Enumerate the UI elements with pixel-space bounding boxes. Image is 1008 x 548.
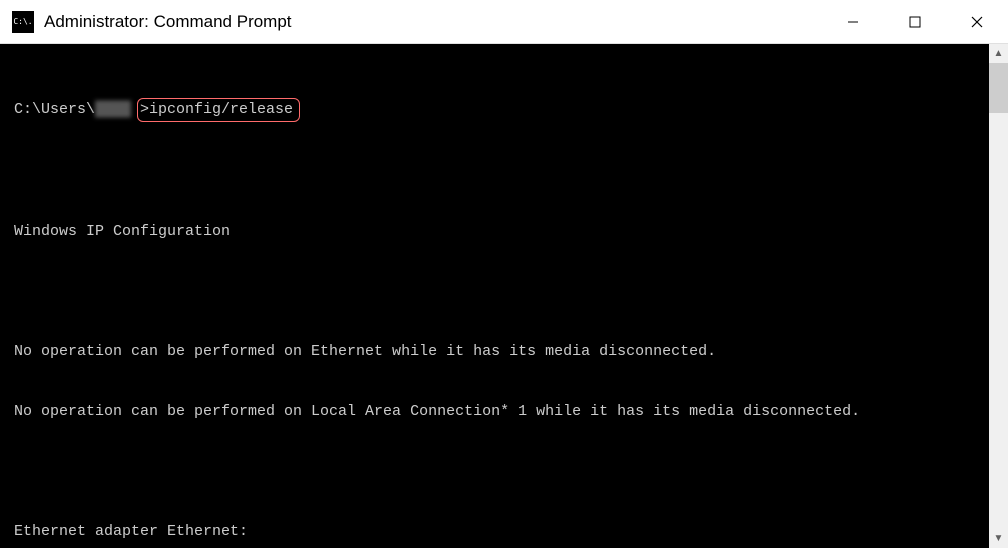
close-button[interactable] [946, 0, 1008, 44]
maximize-button[interactable] [884, 0, 946, 44]
output-error-line: No operation can be performed on Etherne… [14, 342, 983, 362]
prompt-line: C:\Users\████>ipconfig/release [14, 98, 983, 122]
titlebar: C:\. Administrator: Command Prompt [0, 0, 1008, 44]
scroll-up-button[interactable]: ▲ [989, 44, 1008, 63]
scroll-thumb[interactable] [989, 63, 1008, 113]
blank-line [14, 162, 983, 182]
output-header: Windows IP Configuration [14, 222, 983, 242]
cmd-icon: C:\. [12, 11, 34, 33]
minimize-button[interactable] [822, 0, 884, 44]
window-controls [822, 0, 1008, 43]
output-error-line: No operation can be performed on Local A… [14, 402, 983, 422]
blank-line [14, 282, 983, 302]
prompt-caret: > [140, 101, 149, 118]
scroll-down-button[interactable]: ▼ [989, 529, 1008, 548]
prompt-username-redacted: ████ [95, 100, 137, 120]
scrollbar[interactable]: ▲ ▼ [989, 44, 1008, 548]
blank-line [14, 462, 983, 482]
prompt-path-prefix: C:\Users\ [14, 100, 95, 120]
command-highlight: >ipconfig/release [137, 98, 300, 122]
window-title: Administrator: Command Prompt [44, 12, 822, 32]
terminal-container: C:\Users\████>ipconfig/release Windows I… [0, 44, 1008, 548]
terminal[interactable]: C:\Users\████>ipconfig/release Windows I… [0, 44, 989, 548]
adapter-title: Ethernet adapter Ethernet: [14, 522, 983, 542]
command-text: ipconfig/release [149, 101, 293, 118]
